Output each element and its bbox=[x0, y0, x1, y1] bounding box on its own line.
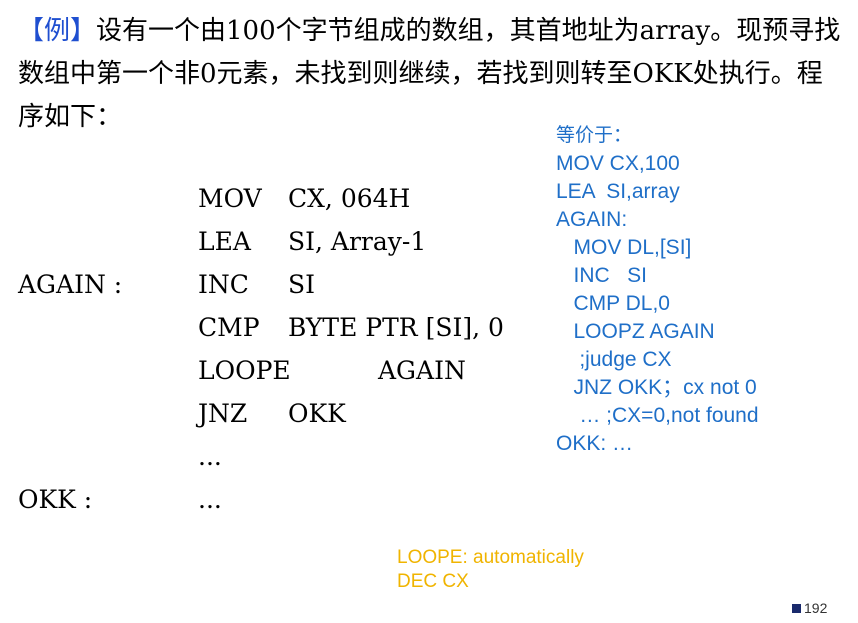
equivalent-line: LEA SI,array bbox=[556, 180, 680, 203]
code-opcode: LOOPE bbox=[198, 356, 291, 385]
page-number: 192 bbox=[792, 600, 827, 616]
equivalent-title: 等价于： bbox=[556, 125, 633, 146]
code-operand: BYTE PTR [SI], 0 bbox=[288, 313, 504, 342]
code-operand: AGAIN bbox=[378, 356, 466, 385]
equivalent-line: MOV DL,[SI] bbox=[556, 236, 692, 259]
equivalent-line: LOOPZ AGAIN bbox=[556, 320, 715, 343]
equivalent-line: JNZ OKK；cx not 0 bbox=[556, 376, 757, 399]
intro-text: 设有一个由100个字节组成的数组，其首地址为array。现预寻找数组中第一个非0… bbox=[18, 16, 841, 132]
code-operand: CX, 064H bbox=[288, 184, 411, 213]
code-operand: OKK bbox=[288, 399, 346, 428]
code-opcode: CMP bbox=[198, 313, 260, 342]
equivalent-line: MOV CX,100 bbox=[556, 152, 680, 175]
equivalent-line: CMP DL,0 bbox=[556, 292, 670, 315]
example-tag: 【例】 bbox=[18, 16, 97, 46]
code-opcode: ... bbox=[198, 485, 222, 514]
equivalent-line: INC SI bbox=[556, 264, 648, 287]
intro-paragraph: 【例】设有一个由100个字节组成的数组，其首地址为array。现预寻找数组中第一… bbox=[18, 10, 848, 139]
code-opcode: LEA bbox=[198, 227, 251, 256]
code-opcode: MOV bbox=[198, 184, 262, 213]
code-operand: SI, Array-1 bbox=[288, 227, 427, 256]
page-number-text: 192 bbox=[804, 600, 828, 616]
equivalent-line: ;judge CX bbox=[556, 348, 672, 371]
note-line: LOOPE: automatically bbox=[397, 547, 584, 568]
equivalent-code-block: 等价于： MOV CX,100 LEA SI,array AGAIN: MOV DL,… bbox=[556, 122, 759, 458]
code-opcode: INC bbox=[198, 270, 249, 299]
equivalent-line: AGAIN: bbox=[556, 208, 628, 231]
note-line: DEC CX bbox=[397, 571, 469, 592]
code-label: AGAIN : bbox=[18, 270, 123, 299]
loope-note: LOOPE: automatically DEC CX bbox=[397, 546, 584, 594]
equivalent-line: … ;CX=0,not found bbox=[556, 404, 759, 427]
equivalent-line: OKK: … bbox=[556, 432, 634, 455]
code-operand: SI bbox=[288, 270, 316, 299]
code-opcode: JNZ bbox=[198, 399, 248, 428]
code-opcode: ... bbox=[198, 442, 222, 471]
bullet-square-icon bbox=[792, 604, 801, 613]
code-label: OKK : bbox=[18, 485, 93, 514]
